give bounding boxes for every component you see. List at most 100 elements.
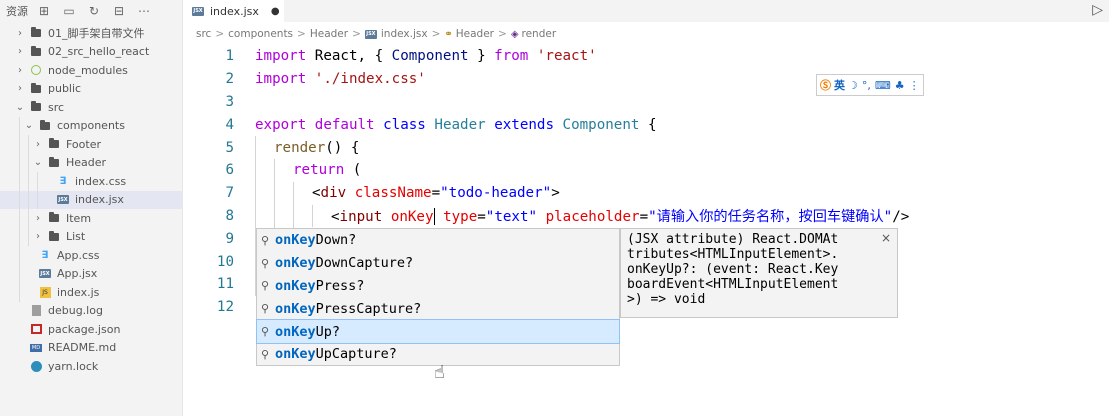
indent-guide: [28, 135, 29, 154]
breadcrumb-item[interactable]: index.jsx: [381, 28, 428, 40]
md-icon: MD: [29, 342, 43, 354]
tree-item[interactable]: package.json: [0, 320, 182, 339]
code-line: 4 export default class Header extends Com…: [184, 113, 1109, 136]
folder-icon: [38, 119, 52, 132]
line-number: 5: [225, 139, 234, 156]
line-number: 8: [225, 207, 234, 224]
new-file-icon[interactable]: ⊞: [35, 2, 53, 20]
chevron-right-icon[interactable]: ›: [32, 213, 44, 224]
chevron-right-icon[interactable]: ›: [14, 28, 26, 39]
wrench-icon: ⚲: [261, 256, 270, 270]
breadcrumb-separator: >: [431, 28, 441, 40]
more-icon[interactable]: ⋯: [135, 2, 153, 20]
indent-guide: [28, 172, 29, 191]
code-token: import: [255, 48, 307, 65]
breadcrumb-item[interactable]: render: [522, 28, 557, 40]
tree-item-label: components: [57, 119, 125, 133]
line-number: 11: [216, 276, 234, 293]
close-details-icon[interactable]: ×: [881, 231, 891, 246]
explorer-header: 资源管理器 ⊞ ▭ ↻ ⊟ ⋯: [0, 0, 182, 22]
hand-cursor-icon: ☝: [434, 362, 445, 383]
tree-item[interactable]: › Item: [0, 209, 182, 228]
code-token: Component: [391, 48, 469, 65]
log-glyph: [31, 305, 41, 317]
tree-item[interactable]: ⌄ components: [0, 116, 182, 135]
chevron-down-icon[interactable]: ⌄: [14, 102, 26, 113]
breadcrumb-separator: >: [498, 28, 507, 40]
new-folder-icon[interactable]: ▭: [60, 2, 78, 20]
unsaved-dot-icon[interactable]: ●: [271, 6, 280, 17]
indent-guide: [37, 172, 38, 191]
ime-logo-icon[interactable]: Ⓢ: [820, 77, 831, 93]
line-number: 12: [216, 299, 234, 316]
ime-tool-icon[interactable]: ♣: [895, 79, 905, 92]
suggestion-item[interactable]: ⚲ onKey Press?: [257, 275, 619, 298]
tree-item-label: README.md: [48, 341, 117, 355]
tree-item[interactable]: JSX index.jsx: [0, 190, 182, 209]
indent-guide: [312, 204, 313, 228]
suggestion-item[interactable]: ⚲ onKey Up?: [256, 319, 620, 344]
code-token: () {: [325, 139, 360, 156]
chevron-right-icon[interactable]: ›: [14, 46, 26, 57]
tree-item[interactable]: › List: [0, 227, 182, 246]
folder-icon: [29, 45, 43, 58]
code-text: <input onKey type="text" placeholder="请输…: [331, 206, 909, 226]
tab-index-jsx[interactable]: JSX index.jsx ●: [184, 0, 284, 22]
ime-tool-icon[interactable]: ⋮: [909, 79, 920, 92]
code-token: }: [468, 48, 495, 65]
breadcrumb-item[interactable]: Header: [310, 28, 348, 40]
tree-item[interactable]: ⌄ Header: [0, 153, 182, 172]
suggestion-item[interactable]: ⚲ onKey DownCapture?: [257, 252, 619, 275]
indent-guide: [293, 181, 294, 205]
method-icon: ◈: [510, 28, 519, 40]
indent-guide: [255, 181, 256, 205]
explorer-sidebar: 资源管理器 ⊞ ▭ ↻ ⊟ ⋯ › 01_脚手架自带文件 › 02_src_hello_rea…: [0, 0, 183, 416]
breadcrumb-item[interactable]: Header: [456, 28, 494, 40]
tree-item[interactable]: › public: [0, 80, 182, 99]
tree-item[interactable]: › Footer: [0, 135, 182, 154]
chevron-right-icon[interactable]: ›: [32, 231, 44, 242]
chevron-down-icon[interactable]: ⌄: [23, 120, 35, 131]
tree-item-label: App.jsx: [57, 267, 98, 281]
indent-guide: [293, 204, 294, 228]
chevron-right-icon[interactable]: ›: [14, 83, 26, 94]
line-number: 7: [225, 185, 234, 202]
tree-item[interactable]: ∃ App.css: [0, 246, 182, 265]
breadcrumb-separator: >: [352, 28, 361, 40]
breadcrumb-item[interactable]: src: [196, 28, 211, 40]
tree-item[interactable]: › 01_脚手架自带文件: [0, 24, 182, 43]
ime-tool-icon[interactable]: ⌨: [875, 79, 891, 92]
tree-item[interactable]: yarn.lock: [0, 357, 182, 376]
suggestion-item[interactable]: ⚲ onKey Down?: [257, 229, 619, 252]
code-text: <div className="todo-header">: [312, 185, 560, 201]
collapse-icon[interactable]: ⊟: [110, 2, 128, 20]
tree-item[interactable]: ⌄ src: [0, 98, 182, 117]
code-token: <: [312, 185, 321, 202]
chevron-right-icon[interactable]: ›: [32, 139, 44, 150]
ime-tool-icon[interactable]: °,: [862, 79, 871, 92]
indent-guide: [28, 190, 29, 209]
breadcrumb-item[interactable]: components: [228, 28, 293, 40]
code-token: class: [383, 116, 426, 133]
folder-shape: [49, 156, 59, 167]
chevron-down-icon[interactable]: ⌄: [32, 157, 44, 168]
tree-item[interactable]: › 02_src_hello_react: [0, 43, 182, 62]
tree-item[interactable]: JS index.js: [0, 283, 182, 302]
chevron-right-icon[interactable]: ›: [14, 65, 26, 76]
code-text: render() {: [274, 140, 359, 156]
refresh-icon[interactable]: ↻: [85, 2, 103, 20]
line-number: 3: [225, 93, 234, 110]
tree-item[interactable]: debug.log: [0, 302, 182, 321]
tree-item[interactable]: › node_modules: [0, 61, 182, 80]
ime-tool-icon[interactable]: ☽: [848, 79, 858, 92]
run-icon[interactable]: ▷: [1092, 2, 1103, 18]
tree-item[interactable]: ∃ index.css: [0, 172, 182, 191]
tree-item[interactable]: MD README.md: [0, 339, 182, 358]
suggestion-item[interactable]: ⚲ onKey PressCapture?: [257, 297, 619, 320]
ime-mode-toggle[interactable]: 英: [834, 77, 845, 93]
tree-item-label: src: [48, 100, 65, 114]
details-line: onKeyUp?: (event: React.Key: [627, 262, 839, 277]
tree-item[interactable]: JSX App.jsx: [0, 264, 182, 283]
